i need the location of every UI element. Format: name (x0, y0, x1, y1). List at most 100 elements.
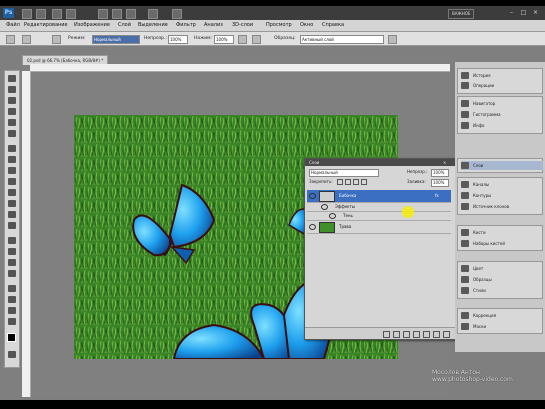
dock-item-clone-source[interactable]: Источник клонов (461, 202, 543, 211)
new-layer-icon[interactable] (433, 331, 440, 338)
close-icon[interactable]: × (532, 9, 539, 16)
menu-view[interactable]: Просмотр (266, 22, 292, 29)
mini-bridge-icon[interactable] (36, 9, 46, 19)
panel-close-icon[interactable]: × (443, 159, 446, 166)
add-mask-icon[interactable] (403, 331, 410, 338)
layer-visibility-eye-icon[interactable] (309, 193, 316, 199)
menu-3d[interactable]: 3D-слои (232, 22, 253, 29)
layer-name[interactable]: Бабочка (339, 193, 356, 199)
foreground-color-swatch[interactable] (7, 333, 16, 342)
maximize-icon[interactable]: □ (520, 9, 527, 16)
add-layer-style-icon[interactable] (393, 331, 400, 338)
layer-name[interactable]: Трава (339, 224, 351, 230)
brush-panel-icon[interactable] (52, 35, 61, 44)
3d-orbit-tool-icon[interactable] (8, 296, 16, 303)
dock-item-channels[interactable]: Каналы (461, 180, 543, 189)
minimize-icon[interactable]: – (508, 9, 515, 16)
arrange-documents-icon[interactable] (148, 9, 158, 19)
dock-item-histogram[interactable]: Гистограмма (461, 110, 543, 119)
dock-item-brush-presets[interactable]: Наборы кистей (461, 239, 543, 248)
quick-select-tool-icon[interactable] (8, 108, 16, 115)
path-selection-tool-icon[interactable] (8, 259, 16, 266)
dock-item-navigator[interactable]: Навигатор (461, 99, 543, 108)
lock-transparency-icon[interactable] (337, 179, 343, 185)
new-group-icon[interactable] (423, 331, 430, 338)
rotate-view-icon[interactable] (126, 9, 136, 19)
tool-preset-icon[interactable] (6, 35, 15, 44)
shape-tool-icon[interactable] (8, 270, 16, 277)
dock-item-history[interactable]: История (461, 71, 543, 80)
fill-input[interactable]: 100% (431, 179, 449, 187)
dock-item-styles[interactable]: Стили (461, 286, 543, 295)
flow-input[interactable]: 100% (214, 35, 234, 44)
extras-icon[interactable] (52, 9, 62, 19)
3d-rotate-tool-icon[interactable] (8, 285, 16, 292)
pen-tool-icon[interactable] (8, 237, 16, 244)
eraser-tool-icon[interactable] (8, 189, 16, 196)
layer-row-grass[interactable]: Трава (307, 221, 451, 234)
menu-image[interactable]: Изображение (74, 22, 110, 29)
eyedropper-tool-icon[interactable] (8, 130, 16, 137)
layer-visibility-eye-icon[interactable] (309, 224, 316, 230)
effects-visibility-eye-icon[interactable] (321, 204, 328, 210)
dock-item-adjustments[interactable]: Коррекция (461, 311, 543, 320)
delete-layer-icon[interactable] (443, 331, 450, 338)
hand-tool-icon[interactable] (8, 307, 16, 314)
brush-tool-icon[interactable] (8, 156, 16, 163)
menu-window[interactable]: Окно (300, 22, 313, 29)
menu-analysis[interactable]: Анализ (204, 22, 223, 29)
blur-tool-icon[interactable] (8, 211, 16, 218)
shadow-visibility-eye-icon[interactable] (329, 213, 336, 219)
zoom-level-icon[interactable] (66, 9, 76, 19)
link-layers-icon[interactable] (383, 331, 390, 338)
layer-opacity-input[interactable]: 100% (431, 169, 449, 177)
dock-item-actions[interactable]: Операции (461, 81, 543, 90)
dodge-tool-icon[interactable] (8, 222, 16, 229)
workspace-switcher[interactable]: ВАЖНОЕ (448, 9, 475, 19)
lock-all-icon[interactable] (361, 179, 367, 185)
sample-select[interactable]: Активный слой (300, 35, 384, 44)
airbrush-icon[interactable] (238, 35, 247, 44)
lasso-tool-icon[interactable] (8, 97, 16, 104)
hand-tool-icon[interactable] (98, 9, 108, 19)
dock-item-info[interactable]: Инфо (461, 121, 543, 130)
menu-select[interactable]: Выделение (138, 22, 168, 29)
dock-item-brushes[interactable]: Кисти (461, 228, 543, 237)
vertical-ruler[interactable] (22, 71, 31, 397)
layer-fx-icon[interactable]: fx (435, 193, 439, 199)
adjustment-layer-icon[interactable] (413, 331, 420, 338)
brush-preset-icon[interactable] (22, 35, 31, 44)
blend-mode-select[interactable]: Нормальный (309, 169, 379, 177)
type-tool-icon[interactable] (8, 248, 16, 255)
layer-effects-row[interactable]: Эффекты (307, 203, 451, 212)
menu-help[interactable]: Справка (322, 22, 344, 29)
move-tool-icon[interactable] (8, 75, 16, 82)
layer-effect-shadow-row[interactable]: Тень (307, 212, 451, 221)
dock-item-swatches[interactable]: Образцы (461, 275, 543, 284)
crop-tool-icon[interactable] (8, 119, 16, 126)
layers-panel-header[interactable]: Слои × (305, 159, 455, 166)
clone-stamp-tool-icon[interactable] (8, 167, 16, 174)
mode-select[interactable]: Нормальный (92, 35, 140, 44)
zoom-tool-icon[interactable] (8, 318, 16, 325)
menu-filter[interactable]: Фильтр (176, 22, 196, 29)
lock-pixels-icon[interactable] (345, 179, 351, 185)
menu-layer[interactable]: Слой (118, 22, 131, 29)
gradient-tool-icon[interactable] (8, 200, 16, 207)
dock-item-layers[interactable]: Слои (461, 161, 543, 170)
layer-row-butterfly[interactable]: Бабочка fx (307, 190, 451, 203)
zoom-tool-icon[interactable] (112, 9, 122, 19)
dock-item-paths[interactable]: Контуры (461, 191, 543, 200)
menu-edit[interactable]: Редактирование (24, 22, 68, 29)
bridge-icon[interactable] (22, 9, 32, 19)
healing-brush-tool-icon[interactable] (8, 145, 16, 152)
ignore-adjustment-icon[interactable] (388, 35, 397, 44)
opacity-input[interactable]: 100% (168, 35, 188, 44)
marquee-tool-icon[interactable] (8, 86, 16, 93)
dock-item-color[interactable]: Цвет (461, 264, 543, 273)
dock-item-masks[interactable]: Маски (461, 322, 543, 331)
aligned-checkbox[interactable] (252, 35, 261, 44)
menu-file[interactable]: Файл (6, 22, 20, 29)
screen-mode-icon[interactable] (172, 9, 182, 19)
lock-position-icon[interactable] (353, 179, 359, 185)
